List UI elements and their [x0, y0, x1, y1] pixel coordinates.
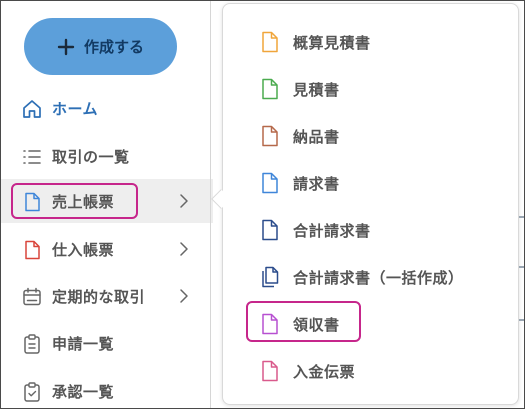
- sidebar-item-approvals[interactable]: 承認一覧: [1, 369, 213, 408]
- document-icon: [262, 360, 278, 382]
- chevron-right-icon: [180, 194, 188, 208]
- submenu-item-quotation[interactable]: 見積書: [223, 68, 520, 108]
- submenu-item-label: 概算見積書: [293, 34, 371, 52]
- chevron-right-icon: [180, 289, 188, 303]
- submenu-item-label: 納品書: [293, 128, 340, 146]
- document-icon: [25, 192, 40, 212]
- sidebar-item-recurring[interactable]: 定期的な取引: [1, 274, 213, 318]
- create-button-label: 作成する: [83, 38, 144, 56]
- sidebar-item-applications[interactable]: 申請一覧: [1, 321, 213, 365]
- submenu-item-invoice[interactable]: 請求書: [223, 162, 520, 202]
- submenu-item-receipt[interactable]: 領収書: [223, 303, 520, 343]
- clipboard-check-icon: [24, 382, 40, 402]
- sidebar-item-label: ホーム: [52, 99, 99, 118]
- submenu-item-rough-estimate[interactable]: 概算見積書: [223, 21, 520, 61]
- document-icon: [262, 313, 278, 335]
- sidebar-item-label: 売上帳票: [52, 192, 115, 211]
- chevron-right-icon: [180, 242, 188, 256]
- app-window: 作成する ホーム 取引の一覧 売上帳票 仕入帳票 定期的な取引 申請一覧 承認一…: [0, 0, 525, 409]
- submenu-item-label: 領収書: [293, 316, 340, 334]
- sidebar-item-home[interactable]: ホーム: [1, 86, 213, 130]
- background-content-edge: [519, 216, 524, 218]
- submenu-item-label: 見積書: [293, 81, 340, 99]
- documents-stack-icon: [262, 266, 279, 288]
- background-content-edge: [519, 266, 524, 268]
- submenu-item-delivery-note[interactable]: 納品書: [223, 115, 520, 155]
- document-icon: [262, 219, 278, 241]
- document-icon: [262, 172, 278, 194]
- submenu-sales-documents: 概算見積書 見積書 納品書 請求書 合計請求書 合計請求書（一括作成） 領収書 …: [222, 3, 519, 405]
- sidebar-item-label: 仕入帳票: [52, 240, 115, 259]
- sidebar: 作成する ホーム 取引の一覧 売上帳票 仕入帳票 定期的な取引 申請一覧 承認一…: [1, 1, 213, 408]
- submenu-item-label: 入金伝票: [293, 363, 356, 381]
- sidebar-item-label: 承認一覧: [52, 382, 115, 401]
- divider: [210, 1, 211, 408]
- document-icon: [262, 31, 278, 53]
- submenu-item-label: 合計請求書: [293, 222, 371, 240]
- create-button[interactable]: 作成する: [24, 18, 177, 75]
- sidebar-item-transactions[interactable]: 取引の一覧: [1, 134, 213, 178]
- clipboard-icon: [24, 334, 40, 354]
- sidebar-item-sales-documents[interactable]: 売上帳票: [1, 179, 213, 223]
- list-icon: [23, 150, 41, 164]
- submenu-item-label: 請求書: [293, 175, 340, 193]
- sidebar-item-purchase-documents[interactable]: 仕入帳票: [1, 227, 213, 271]
- document-icon: [262, 78, 278, 100]
- submenu-item-label: 合計請求書（一括作成）: [293, 269, 464, 287]
- document-icon: [262, 125, 278, 147]
- document-icon: [25, 240, 40, 260]
- submenu-item-payment-slip[interactable]: 入金伝票: [223, 350, 520, 390]
- sidebar-item-label: 取引の一覧: [52, 147, 130, 166]
- home-icon: [23, 100, 41, 118]
- submenu-item-total-invoice[interactable]: 合計請求書: [223, 209, 520, 249]
- calendar-icon: [23, 287, 41, 306]
- sidebar-item-label: 定期的な取引: [52, 287, 146, 306]
- submenu-item-total-invoice-bulk[interactable]: 合計請求書（一括作成）: [223, 256, 520, 296]
- background-content-edge: [519, 319, 524, 321]
- plus-icon: [57, 38, 75, 55]
- sidebar-item-label: 申請一覧: [52, 334, 115, 353]
